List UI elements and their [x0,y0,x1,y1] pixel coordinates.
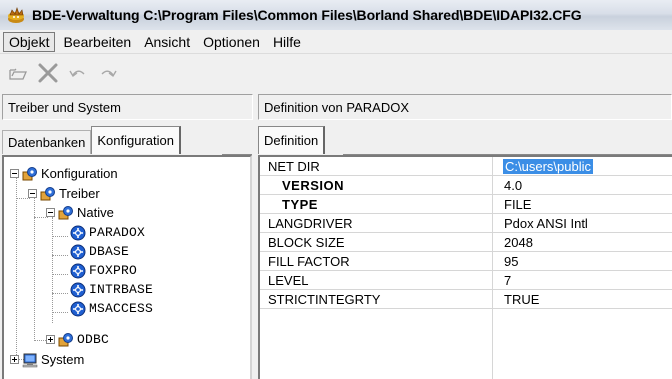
redo-icon [101,70,117,78]
tree-line [52,293,68,294]
collapse-icon[interactable] [10,169,19,178]
undo-icon [69,70,85,78]
tree-item-dbase[interactable]: DBASE [70,242,129,261]
property-value[interactable]: Pdox ANSI Intl [504,216,588,231]
tree-line [34,197,35,341]
tree-line [52,236,68,237]
left-tab-strip: Datenbanken Konfiguration [2,126,181,154]
tree-item-intrbase[interactable]: INTRBASE [70,280,153,299]
collapse-icon[interactable] [28,189,37,198]
tab-definition[interactable]: Definition [258,126,326,154]
property-value[interactable]: 7 [504,273,511,288]
config-node-icon [58,332,73,346]
tree-item-label: Treiber [59,186,100,201]
tree-item-paradox[interactable]: PARADOX [70,223,145,242]
tree-item-foxpro[interactable]: FOXPRO [70,261,137,280]
right-pane-header: Definition von PARADOX [258,94,672,120]
config-node-icon [58,205,73,219]
property-row-net-dir[interactable]: NET DIR C:\users\public [260,157,672,176]
tab-datenbanken[interactable]: Datenbanken [2,130,92,154]
tree-item-label: MSACCESS [89,301,154,316]
collapse-icon[interactable] [46,208,55,217]
tree-item-konfiguration[interactable]: Konfiguration [10,164,118,183]
menu-hilfe[interactable]: Hilfe [268,33,306,51]
property-value-input[interactable]: C:\users\public [503,158,593,174]
driver-icon [70,244,86,259]
tree-item-treiber[interactable]: Treiber [28,184,100,203]
tab-konfiguration[interactable]: Konfiguration [91,126,181,154]
property-row-version[interactable]: VERSION 4.0 [260,176,672,195]
property-name: NET DIR [268,158,320,174]
driver-icon [70,282,86,297]
config-node-icon [22,166,37,180]
left-pane-header: Treiber und System [2,94,253,120]
title-bar[interactable]: BDE-Verwaltung C:\Program Files\Common F… [0,0,672,30]
tree-item-label: PARADOX [89,225,146,240]
menu-objekt[interactable]: Objekt [3,31,56,52]
computer-icon [22,353,38,367]
property-row-langdriver[interactable]: LANGDRIVER Pdox ANSI Intl [260,214,672,233]
property-row-strictintegrty[interactable]: STRICTINTEGRTY TRUE [260,290,672,309]
tree-item-label: Konfiguration [41,166,118,181]
property-name: FILL FACTOR [268,253,350,269]
driver-icon [70,301,86,316]
property-value[interactable]: TRUE [504,292,539,307]
property-row-type[interactable]: TYPE FILE [260,195,672,214]
driver-icon [70,225,86,240]
bde-app-icon [8,7,24,23]
menu-bar: Objekt Bearbeiten Ansicht Optionen Hilfe [0,30,672,54]
tree-item-label: FOXPRO [89,263,138,278]
open-button[interactable] [6,61,30,85]
property-name: VERSION [282,177,345,193]
expand-icon[interactable] [46,335,55,344]
tree-item-label: System [41,352,85,367]
tree-line [52,312,68,313]
property-value[interactable]: 4.0 [504,178,522,193]
toolbar [0,54,672,92]
tree-item-label: INTRBASE [89,282,154,297]
tree-line [16,177,17,361]
delete-button[interactable] [36,61,60,85]
property-name: TYPE [282,196,318,212]
driver-icon [70,263,86,278]
tree-item-system[interactable]: System [10,350,84,369]
tree-line [52,255,68,256]
property-name: LANGDRIVER [268,215,353,231]
property-row-block-size[interactable]: BLOCK SIZE 2048 [260,233,672,252]
tree-item-label: DBASE [89,244,130,259]
tree-item-msaccess[interactable]: MSACCESS [70,299,153,318]
tree-line [52,274,68,275]
tree-item-odbc[interactable]: ODBC [46,330,109,349]
property-value[interactable]: 95 [504,254,518,269]
tree-item-label: ODBC [77,332,110,347]
redo-button[interactable] [96,61,120,85]
tree-item-native[interactable]: Native [46,203,114,222]
property-value[interactable]: 2048 [504,235,533,250]
menu-optionen[interactable]: Optionen [198,33,265,51]
tree-item-label: Native [77,205,114,220]
property-name: BLOCK SIZE [268,234,345,250]
config-node-icon [40,186,55,200]
right-tab-strip: Definition [258,126,326,154]
property-name: STRICTINTEGRTY [268,291,381,307]
config-tree[interactable]: Konfiguration Treiber Native PARADOX DBA… [2,155,252,379]
expand-icon[interactable] [10,355,19,364]
menu-bearbeiten[interactable]: Bearbeiten [58,33,136,51]
property-grid[interactable]: NET DIR C:\users\public VERSION 4.0 TYPE… [258,155,672,379]
property-row-fill-factor[interactable]: FILL FACTOR 95 [260,252,672,271]
tree-line [52,217,53,323]
property-value[interactable]: FILE [504,197,531,212]
undo-button[interactable] [66,61,90,85]
window-title: BDE-Verwaltung C:\Program Files\Common F… [32,7,582,23]
property-name: LEVEL [268,272,309,288]
open-icon [9,68,27,80]
delete-icon [38,63,58,83]
menu-ansicht[interactable]: Ansicht [139,33,195,51]
property-row-level[interactable]: LEVEL 7 [260,271,672,290]
